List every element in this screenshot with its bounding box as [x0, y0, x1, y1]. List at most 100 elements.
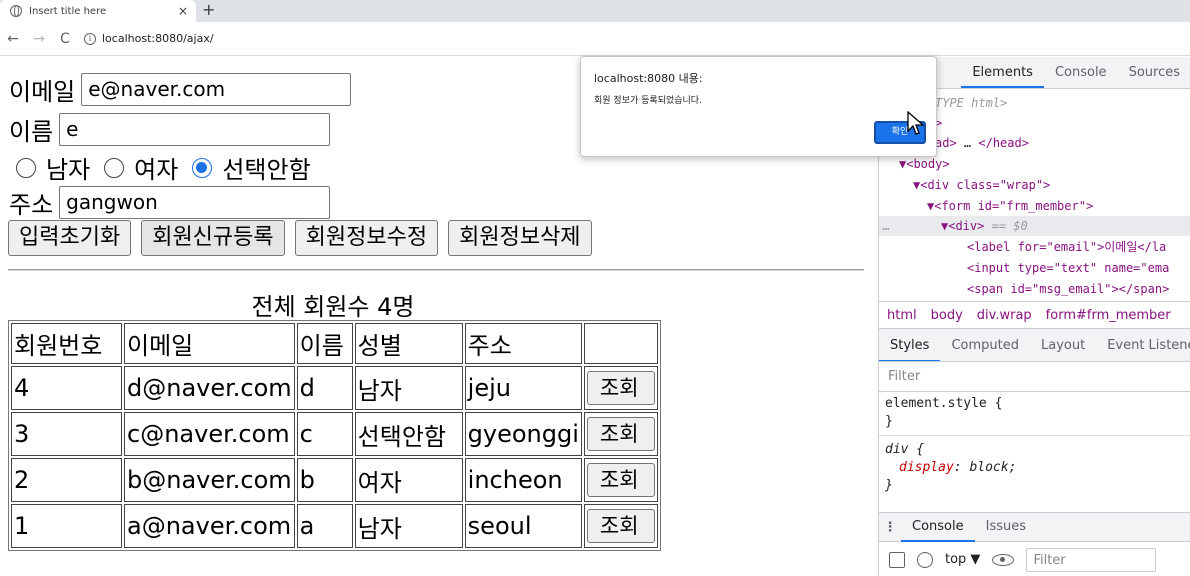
address-field[interactable]: gangwon [59, 186, 331, 219]
tab-styles[interactable]: Styles [879, 329, 941, 361]
dom-label[interactable]: <label for="email">이메일</la [967, 237, 1166, 257]
breadcrumb-item[interactable]: body [931, 308, 963, 323]
console-drawer-tabs: ⋮ Console Issues [879, 512, 1190, 542]
tab-issues[interactable]: Issues [975, 512, 1037, 542]
email-field[interactable]: e@naver.com [81, 73, 352, 106]
gender-radio-male[interactable] [16, 157, 36, 178]
alert-title: localhost:8080 내용: [594, 72, 703, 85]
forward-button[interactable]: → [26, 31, 52, 47]
address-row: 주소 gangwon [9, 185, 331, 220]
table-row: 4 d@naver.com d 남자 jeju 조회 [11, 366, 658, 410]
rule-selector: div { [885, 442, 925, 457]
back-button[interactable]: ← [0, 31, 26, 47]
rule-selector: element.style { [885, 396, 1003, 411]
member-name: d [296, 366, 353, 410]
dom-input[interactable]: <input type="text" name="ema [967, 258, 1169, 278]
rule-divider [879, 435, 1190, 436]
tab-sources[interactable]: Sources [1118, 65, 1190, 88]
member-gender: 남자 [354, 504, 463, 548]
member-address: jeju [464, 366, 582, 410]
member-email: a@naver.com [124, 504, 295, 548]
member-email: d@naver.com [124, 366, 295, 410]
update-button[interactable]: 회원정보수정 [294, 220, 439, 256]
view-button[interactable]: 조회 [586, 509, 655, 543]
console-filter-input[interactable]: Filter [1026, 547, 1157, 572]
dom-doctype[interactable]: TYPE html> [935, 93, 1007, 113]
new-tab-button[interactable]: + [202, 0, 215, 22]
register-button[interactable]: 회원신규등록 [141, 220, 285, 256]
name-field[interactable]: e [59, 113, 331, 146]
breadcrumb-item[interactable]: form#frm_member [1046, 308, 1171, 323]
tab-console-drawer[interactable]: Console [901, 512, 975, 542]
sidebar-toggle-icon[interactable] [889, 551, 905, 568]
member-address: gyeonggi [464, 412, 582, 456]
view-button[interactable]: 조회 [586, 417, 655, 451]
column-header: 주소 [464, 323, 582, 364]
member-no: 2 [11, 458, 122, 502]
tab-computed[interactable]: Computed [940, 329, 1030, 361]
divider [8, 269, 864, 271]
breadcrumb-item[interactable]: div.wrap [977, 308, 1032, 323]
view-button[interactable]: 조회 [586, 463, 655, 497]
dom-span[interactable]: <span id="msg_email"></span> [967, 279, 1169, 299]
rule-close: } [885, 414, 893, 429]
name-row: 이름 e [9, 112, 331, 147]
rule-value[interactable]: block; [969, 460, 1016, 475]
dom-body[interactable]: ▼<body> [899, 154, 950, 174]
browser-tab[interactable]: Insert title here × [0, 0, 196, 22]
gender-label-female: 여자 [134, 156, 179, 184]
eye-icon[interactable] [992, 553, 1015, 566]
member-email: c@naver.com [124, 412, 295, 456]
reload-button[interactable]: C [52, 31, 78, 47]
dom-head[interactable]: ad> … </head> [935, 133, 1029, 153]
gender-radio-female[interactable] [104, 157, 125, 178]
dom-more-icon[interactable]: … [883, 216, 890, 236]
table-header-row: 회원번호 이메일 이름 성별 주소 [11, 323, 658, 364]
view-cell: 조회 [583, 504, 658, 548]
rule-div: div { display: block; } [885, 441, 1185, 495]
gender-radio-none[interactable] [192, 157, 213, 178]
close-icon[interactable]: × [174, 4, 192, 18]
tab-elements[interactable]: Elements [961, 65, 1044, 88]
context-selector[interactable]: top ▼ [945, 552, 980, 567]
column-header [583, 323, 658, 364]
member-address: incheon [464, 458, 582, 502]
tab-console[interactable]: Console [1044, 65, 1118, 88]
tab-event-listeners[interactable]: Event Listene [1096, 329, 1190, 361]
mouse-cursor-icon [907, 111, 925, 135]
table-row: 3 c@naver.com c 선택안함 gyeonggi 조회 [11, 412, 658, 456]
dom-div-wrap[interactable]: ▼<div class="wrap"> [913, 175, 1050, 195]
address-bar[interactable]: i localhost:8080/ajax/ [84, 32, 214, 45]
info-icon[interactable]: i [84, 32, 96, 45]
reset-button[interactable]: 입력초기화 [8, 220, 132, 256]
email-label: 이메일 [9, 78, 76, 106]
member-gender: 남자 [354, 366, 463, 410]
member-gender: 여자 [354, 458, 463, 502]
dom-div-selected[interactable]: ▼<div> == $0 [941, 216, 1028, 236]
tab-layout[interactable]: Layout [1030, 329, 1096, 361]
breadcrumb-item[interactable]: html [887, 308, 917, 323]
member-no: 4 [11, 366, 122, 410]
styles-filter-input[interactable]: Filter [879, 362, 1190, 392]
member-name: c [296, 412, 353, 456]
view-button[interactable]: 조회 [586, 371, 655, 405]
table-row: 1 a@naver.com a 남자 seoul 조회 [11, 504, 658, 548]
clear-console-icon[interactable] [917, 551, 933, 568]
tab-title: Insert title here [29, 5, 107, 17]
dom-form[interactable]: ▼<form id="frm_member"> [927, 196, 1093, 216]
more-icon[interactable]: ⋮ [879, 520, 901, 535]
member-address: seoul [464, 504, 582, 548]
column-header: 회원번호 [11, 323, 122, 364]
rule-property[interactable]: display [885, 460, 954, 475]
column-header: 성별 [354, 323, 463, 364]
email-row: 이메일 e@naver.com [9, 72, 352, 107]
url-text: localhost:8080/ajax/ [102, 32, 214, 45]
rule-element-style: element.style { } [885, 395, 1185, 431]
breadcrumb: html body div.wrap form#frm_member [879, 301, 1190, 329]
delete-button[interactable]: 회원정보삭제 [448, 220, 592, 256]
styles-tabs: Styles Computed Layout Event Listene [879, 329, 1190, 362]
name-label: 이름 [9, 118, 54, 146]
gender-label-none: 선택안함 [222, 156, 311, 184]
member-no: 3 [11, 412, 122, 456]
gender-label-male: 남자 [46, 156, 91, 184]
